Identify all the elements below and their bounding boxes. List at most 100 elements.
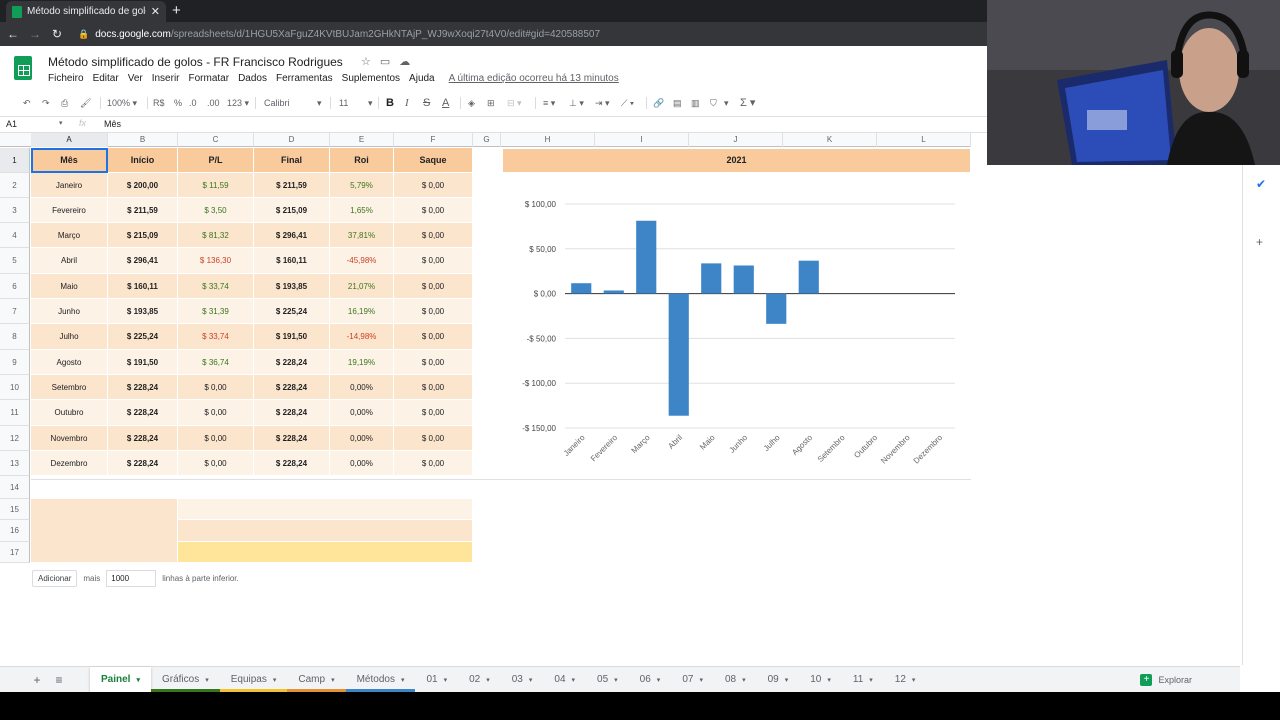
text-rotation-icon[interactable]: ⟋ ▾ xyxy=(621,93,634,113)
row-header-9[interactable]: 9 xyxy=(0,350,30,375)
row-header-5[interactable]: 5 xyxy=(0,248,30,274)
functions-icon[interactable]: Σ ▾ xyxy=(740,93,755,113)
sheet-tab-equipas[interactable]: Equipas ▾ xyxy=(219,667,288,692)
text-color-button[interactable]: A xyxy=(442,93,449,113)
menu-inserir[interactable]: Inserir xyxy=(152,73,180,84)
header-cell-pl[interactable]: P/L xyxy=(178,148,254,173)
borders-icon[interactable]: ⊞ xyxy=(487,93,495,113)
sheet-tab-09[interactable]: 09 ▾ xyxy=(757,667,800,692)
cell-pl[interactable]: $ 33,74 xyxy=(178,274,254,299)
cell-mes[interactable]: Março xyxy=(31,223,108,248)
increase-decimals-button[interactable]: .00 xyxy=(207,93,220,113)
sheet-tab-menu-icon[interactable]: ▾ xyxy=(273,676,277,684)
cell-saque[interactable]: $ 0,00 xyxy=(394,451,473,476)
row-header-15[interactable]: 15 xyxy=(0,499,30,520)
cell-pl[interactable]: $ 11,59 xyxy=(178,173,254,198)
menu-editar[interactable]: Editar xyxy=(93,73,119,84)
sheet-tab-menu-icon[interactable]: ▾ xyxy=(699,676,703,684)
cell-pl[interactable]: $ 81,32 xyxy=(178,223,254,248)
menu-ajuda[interactable]: Ajuda xyxy=(409,73,435,84)
back-icon[interactable]: ← xyxy=(4,27,22,41)
row-header-4[interactable]: 4 xyxy=(0,223,30,248)
cell-inicio[interactable]: $ 193,85 xyxy=(108,299,178,324)
sheet-tab-06[interactable]: 06 ▾ xyxy=(629,667,672,692)
chart[interactable]: 2021 $ 100,00 $ 50,00 $ 0,00 -$ 50,00 -$ 100… xyxy=(503,149,970,479)
vertical-align-icon[interactable]: ⊥ ▾ xyxy=(569,93,584,113)
filter-views-icon[interactable]: ▾ xyxy=(724,93,729,113)
sheet-tab-menu-icon[interactable]: ▾ xyxy=(827,676,831,684)
cell-final[interactable]: $ 160,11 xyxy=(254,248,330,274)
cell-pl[interactable]: $ 36,74 xyxy=(178,350,254,375)
menu-ver[interactable]: Ver xyxy=(128,73,143,84)
new-tab-button[interactable]: + xyxy=(172,2,181,19)
add-addon-icon[interactable]: + xyxy=(1256,235,1263,249)
cell-pl[interactable]: $ 136,30 xyxy=(178,248,254,274)
cell-final[interactable]: $ 193,85 xyxy=(254,274,330,299)
explore-button[interactable]: + Explorar xyxy=(1140,667,1192,693)
header-cell-roi[interactable]: Roi xyxy=(330,148,394,173)
bar-janeiro[interactable] xyxy=(571,283,592,294)
row-header-1[interactable]: 1 xyxy=(0,148,30,173)
cell-saque[interactable]: $ 0,00 xyxy=(394,299,473,324)
sheet-tab-camp[interactable]: Camp ▾ xyxy=(287,667,346,692)
cell-inicio[interactable]: $ 200,00 xyxy=(108,173,178,198)
sheet-tab-menu-icon[interactable]: ▾ xyxy=(869,676,873,684)
cell-pl[interactable]: $ 0,00 xyxy=(178,400,254,426)
sheet-tab-gráficos[interactable]: Gráficos ▾ xyxy=(150,667,220,692)
header-cell-mes[interactable]: Mês xyxy=(31,148,108,173)
cell-mes[interactable]: Janeiro xyxy=(31,173,108,198)
row-header-12[interactable]: 12 xyxy=(0,426,30,451)
strikethrough-button[interactable]: S xyxy=(423,93,430,113)
sheet-tab-03[interactable]: 03 ▾ xyxy=(501,667,544,692)
cell-saque[interactable]: $ 0,00 xyxy=(394,400,473,426)
undo-icon[interactable]: ↶ xyxy=(23,93,31,113)
sheet-tab-menu-icon[interactable]: ▾ xyxy=(614,676,618,684)
more-formats-select[interactable]: 123 ▾ xyxy=(227,93,249,113)
cell-mes[interactable]: Abril xyxy=(31,248,108,274)
tasks-icon[interactable]: ✔ xyxy=(1256,177,1266,191)
cell-pl[interactable]: $ 33,74 xyxy=(178,324,254,350)
column-header-b[interactable]: B xyxy=(108,133,178,147)
forward-icon[interactable]: → xyxy=(26,27,44,41)
filter-icon[interactable]: ⛉ xyxy=(710,93,717,113)
sheet-tab-02[interactable]: 02 ▾ xyxy=(458,667,501,692)
sheet-tab-04[interactable]: 04 ▾ xyxy=(543,667,586,692)
cell-inicio[interactable]: $ 215,09 xyxy=(108,223,178,248)
url-field[interactable]: docs.google.com/spreadsheets/d/1HGU5XaFg… xyxy=(95,29,600,40)
add-sheet-icon[interactable]: + xyxy=(26,667,48,692)
sheet-tab-métodos[interactable]: Métodos ▾ xyxy=(345,667,416,692)
cell-saque[interactable]: $ 0,00 xyxy=(394,350,473,375)
sheet-tab-menu-icon[interactable]: ▾ xyxy=(401,676,405,684)
bar-junho[interactable] xyxy=(733,265,754,294)
cell-final[interactable]: $ 228,24 xyxy=(254,451,330,476)
decrease-decimals-button[interactable]: .0 xyxy=(189,93,197,113)
cell-final[interactable]: $ 191,50 xyxy=(254,324,330,350)
bar-fevereiro[interactable] xyxy=(603,290,624,294)
cell-pl[interactable]: $ 0,00 xyxy=(178,375,254,400)
row-header-6[interactable]: 6 xyxy=(0,274,30,299)
column-header-k[interactable]: K xyxy=(783,133,877,147)
row-header-16[interactable]: 16 xyxy=(0,520,30,542)
column-header-c[interactable]: C xyxy=(178,133,254,147)
sheets-logo-icon[interactable] xyxy=(14,56,32,80)
document-title[interactable]: Método simplificado de golos - FR Franci… xyxy=(48,55,343,69)
cloud-status-icon[interactable]: ☁ xyxy=(399,55,410,68)
column-header-d[interactable]: D xyxy=(254,133,330,147)
star-icon[interactable]: ☆ xyxy=(361,55,371,68)
row-header-17[interactable]: 17 xyxy=(0,542,30,563)
redo-icon[interactable]: ↷ xyxy=(42,93,50,113)
browser-tab[interactable]: Método simplificado de golos - F ✕ xyxy=(6,1,166,22)
column-header-l[interactable]: L xyxy=(877,133,971,147)
cell-mes[interactable]: Fevereiro xyxy=(31,198,108,223)
cell-mes[interactable]: Novembro xyxy=(31,426,108,451)
currency-format-button[interactable]: R$ xyxy=(153,93,165,113)
cell-c17[interactable] xyxy=(178,542,473,563)
cell-final[interactable]: $ 228,24 xyxy=(254,350,330,375)
zoom-select[interactable]: 100% ▾ xyxy=(107,93,137,113)
cell-inicio[interactable]: $ 228,24 xyxy=(108,400,178,426)
row-header-7[interactable]: 7 xyxy=(0,299,30,324)
menu-dados[interactable]: Dados xyxy=(238,73,267,84)
sheet-tab-painel[interactable]: Painel ▾ xyxy=(90,667,151,692)
font-select[interactable]: Calibri ▾ xyxy=(264,93,324,113)
column-header-e[interactable]: E xyxy=(330,133,394,147)
